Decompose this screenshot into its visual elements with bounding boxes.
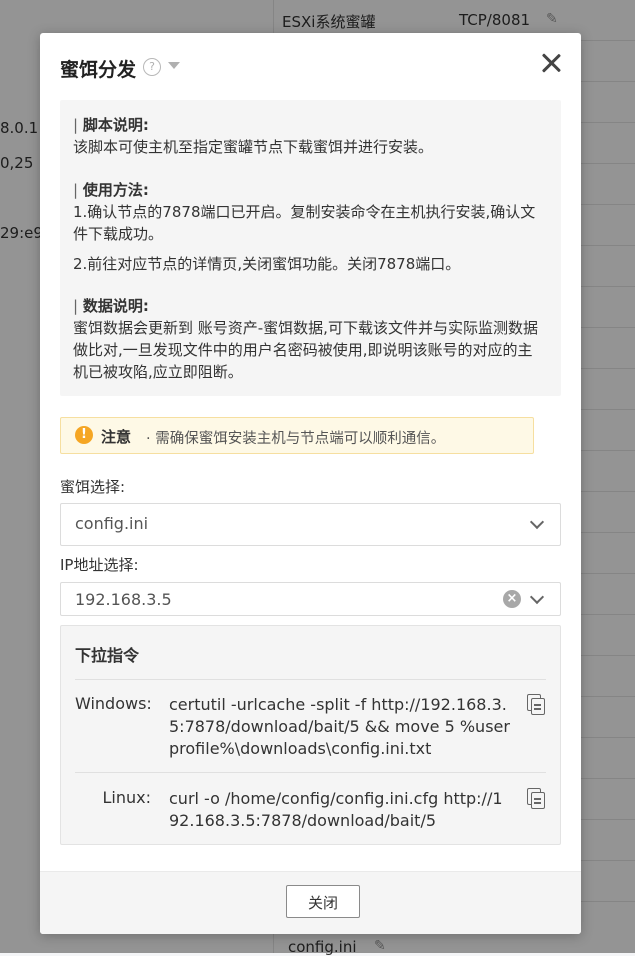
description-panel: 脚本说明: 该脚本可使主机至指定蜜罐节点下载蜜饵并进行安装。 使用方法: 1.确… (60, 100, 561, 396)
notice-label: 注意 (101, 428, 132, 446)
copy-icon[interactable] (527, 694, 545, 715)
ip-select-value: 192.168.3.5 (75, 590, 172, 609)
ip-select-label: IP地址选择: (60, 556, 139, 574)
dialog-title: 蜜饵分发 (60, 59, 137, 81)
command-panel: 下拉指令 Windows: certutil -urlcache -split … (60, 625, 561, 845)
caret-down-icon[interactable] (168, 62, 180, 69)
data-section-title: 数据说明: (73, 295, 149, 316)
copy-icon[interactable] (527, 788, 545, 809)
usage-step-2: 2.前往对应节点的详情页,关闭蜜饵功能。关闭7878端口。 (73, 255, 461, 273)
bait-select-value: config.ini (75, 514, 149, 533)
script-section-text: 该脚本可使主机至指定蜜罐节点下载蜜饵并进行安装。 (73, 138, 434, 156)
data-section-text: 蜜饵数据会更新到 账号资产-蜜饵数据,可下载该文件并与实际监测数据做比对,一旦发… (73, 319, 538, 381)
windows-label: Windows: (75, 694, 152, 713)
usage-section-title: 使用方法: (73, 179, 149, 200)
exclamation-circle-icon: ! (75, 426, 93, 444)
bait-select-label: 蜜饵选择: (60, 478, 126, 496)
bait-distribution-dialog: 蜜饵分发 ? 脚本说明: 该脚本可使主机至指定蜜罐节点下载蜜饵并进行安装。 使用… (40, 33, 581, 934)
linux-label: Linux: (102, 788, 152, 807)
usage-step-1: 1.确认节点的7878端口已开启。复制安装命令在主机执行安装,确认文件下载成功。 (73, 203, 536, 243)
clear-circle-icon[interactable]: × (503, 590, 521, 608)
divider (75, 772, 546, 773)
question-circle-icon[interactable]: ? (143, 58, 161, 76)
divider (75, 679, 546, 680)
linux-command[interactable]: curl -o /home/config/config.ini.cfg http… (169, 788, 511, 832)
chevron-down-icon (529, 514, 545, 530)
close-button[interactable]: 关闭 (286, 885, 360, 918)
notice-text: · 需确保蜜饵安装主机与节点端可以顺利通信。 (146, 431, 446, 447)
command-panel-title: 下拉指令 (75, 646, 140, 665)
windows-command[interactable]: certutil -urlcache -split -f http://192.… (169, 694, 511, 760)
close-icon[interactable] (539, 51, 563, 75)
chevron-down-icon (529, 589, 545, 605)
notice-banner: ! 注意 · 需确保蜜饵安装主机与节点端可以顺利通信。 (60, 417, 534, 454)
ip-select[interactable]: 192.168.3.5 × (60, 582, 561, 616)
bait-select[interactable]: config.ini (60, 503, 561, 546)
script-section-title: 脚本说明: (73, 114, 149, 135)
dialog-footer: 关闭 (40, 871, 581, 934)
